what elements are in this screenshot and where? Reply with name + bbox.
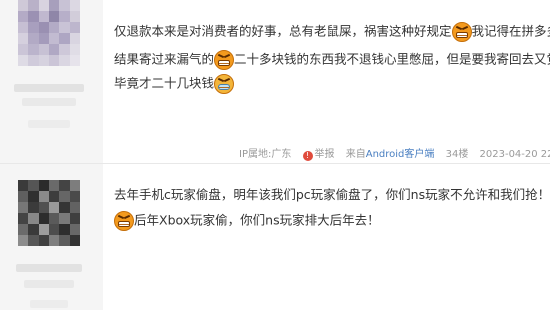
floor-number: 34楼 [445,149,469,160]
comment-meta: IP属地:广东 ! 举报 来自Android客户端 34楼 2023-04-20 … [239,145,550,161]
source-link[interactable]: Android客户端 [366,149,435,160]
user-badge-blurred [22,98,76,106]
user-sidebar [0,0,103,310]
report-button[interactable]: ! 举报 [302,149,335,161]
comment-text: 后年Xbox玩家偷，你们ns玩家排大后年去！ [134,212,380,228]
avatar-mosaic [18,0,80,66]
username-blurred[interactable] [14,84,84,92]
avatar[interactable] [18,180,80,246]
avatar[interactable] [18,0,80,66]
sick-face-icon [214,74,235,94]
user-level-blurred [30,300,68,308]
user-level-blurred [28,120,70,128]
ip-location: IP属地:广东 [239,149,292,160]
username-blurred[interactable] [16,264,82,272]
source-prefix: 来自 [345,149,366,160]
comment-line: 结果寄过来漏气的 二十多块钱的东西我不退钱心里憋屈，但是要我寄回去又觉得的麻烦 [114,50,550,70]
comment-text: 仅退款本来是对消费者的好事，总有老鼠屎，祸害这种好规定 [114,23,452,39]
angry-face-icon [214,50,235,70]
comment-line: 毕竟才二十几块钱 [114,74,235,94]
comment-page: 仅退款本来是对消费者的好事，总有老鼠屎，祸害这种好规定 我记得在拼多多买零食， 结… [0,0,550,310]
comment-line: 仅退款本来是对消费者的好事，总有老鼠屎，祸害这种好规定 我记得在拼多多买零食， [114,22,550,42]
angry-face-icon [114,211,134,231]
report-icon: ! [302,151,313,161]
angry-face-icon [451,22,472,42]
user-badge-blurred [24,280,74,288]
comment-line: 去年手机c玩家偷盘，明年该我们pc玩家偷盘了，你们ns玩家不允许和我们抢！ [114,186,550,204]
comment-line: 后年Xbox玩家偷，你们ns玩家排大后年去！ [114,211,380,231]
comment-text: 去年手机c玩家偷盘，明年该我们pc玩家偷盘了，你们ns玩家不允许和我们抢！ [114,187,550,202]
comment-text: 二十多块钱的东西我不退钱心里憋屈，但是要我寄回去又觉得的麻烦 [234,51,550,67]
post-time: 2023-04-20 22:43 [479,149,550,160]
comment-text: 我记得在拼多多买零食， [471,23,550,39]
comment-text: 结果寄过来漏气的 [114,51,215,67]
report-label: 举报 [314,149,335,160]
comment-divider [0,163,550,164]
comment-text: 毕竟才二十几块钱 [114,75,215,91]
avatar-mosaic [18,180,80,246]
